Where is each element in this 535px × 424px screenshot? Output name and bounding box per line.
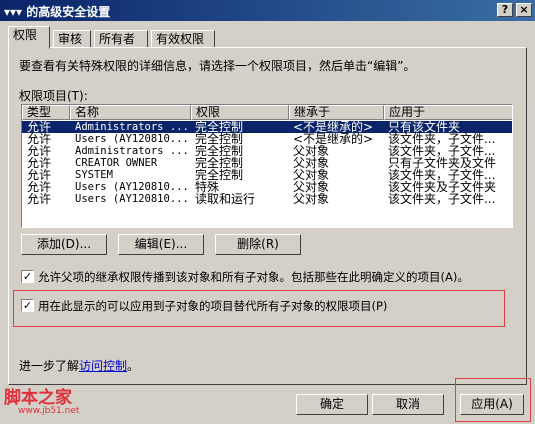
- cell-name: Administrators ...: [75, 121, 189, 133]
- column-apply-to[interactable]: 应用于: [384, 105, 512, 120]
- cancel-button[interactable]: 取消: [372, 394, 444, 415]
- cell-apply-to: 该文件夹，子文件...: [388, 133, 496, 145]
- tab-effective-permissions[interactable]: 有效权限: [151, 30, 215, 48]
- cell-name: SYSTEM: [75, 169, 113, 181]
- cell-permission: 特殊: [195, 181, 220, 193]
- learn-more: 进一步了解访问控制。: [19, 357, 139, 374]
- learn-more-prefix: 进一步了解: [19, 359, 80, 373]
- title-bar: ▾▾▾ 的高级安全设置 ? ×: [0, 0, 535, 21]
- cell-type: 允许: [27, 121, 52, 133]
- edit-button[interactable]: 编辑(E)...: [118, 234, 204, 255]
- watermark-logo: 脚本之家: [4, 388, 72, 408]
- cell-apply-to: 只有该文件夹: [388, 121, 461, 133]
- cell-permission: 完全控制: [195, 133, 244, 145]
- cell-inherited-from: 父对象: [293, 193, 330, 205]
- tab-permissions[interactable]: 权限: [8, 26, 50, 49]
- column-inherited-from[interactable]: 继承于: [289, 105, 384, 120]
- cell-inherited-from: <不是继承的>: [293, 133, 374, 145]
- cell-name: CREATOR OWNER: [75, 157, 158, 169]
- permission-list-label: 权限项目(T):: [19, 89, 88, 103]
- cell-apply-to: 该文件夹，子文件...: [388, 193, 496, 205]
- cell-type: 允许: [27, 133, 52, 145]
- replace-checkbox[interactable]: ✓: [21, 299, 34, 312]
- cell-inherited-from: <不是继承的>: [293, 121, 374, 133]
- cell-name: Administrators ...: [75, 145, 189, 157]
- cell-apply-to: 该文件夹，子文件...: [388, 169, 496, 181]
- cell-name: Users (AY120810...: [75, 133, 189, 145]
- cell-inherited-from: 父对象: [293, 169, 330, 181]
- table-row[interactable]: 允许 Users (AY120810... 特殊 父对象 该文件夹及子文件夹: [22, 181, 512, 193]
- cell-name: Users (AY120810...: [75, 193, 189, 205]
- cell-type: 允许: [27, 145, 52, 157]
- close-icon[interactable]: ×: [516, 3, 532, 17]
- column-type[interactable]: 类型: [22, 105, 70, 120]
- cell-type: 允许: [27, 157, 52, 169]
- table-row[interactable]: 允许 SYSTEM 完全控制 父对象 该文件夹，子文件...: [22, 169, 512, 181]
- cell-permission: 完全控制: [195, 169, 244, 181]
- cell-type: 允许: [27, 181, 52, 193]
- inherit-label: 允许父项的继承权限传播到该对象和所有子对象。包括那些在此明确定义的项目(A)。: [38, 270, 469, 284]
- help-icon[interactable]: ?: [497, 3, 513, 17]
- cell-permission: 完全控制: [195, 121, 244, 133]
- cell-inherited-from: 父对象: [293, 145, 330, 157]
- table-row[interactable]: 允许 Users (AY120810... 完全控制 <不是继承的> 该文件夹，子文件.…: [22, 133, 512, 145]
- cell-permission: 完全控制: [195, 145, 244, 157]
- remove-button[interactable]: 删除(R): [215, 234, 301, 255]
- cell-apply-to: 该文件夹及子文件夹: [388, 181, 497, 193]
- access-control-link[interactable]: 访问控制: [79, 359, 127, 373]
- tab-auditing[interactable]: 审核: [53, 30, 91, 48]
- apply-button[interactable]: 应用(A): [460, 394, 524, 415]
- column-permission[interactable]: 权限: [191, 105, 289, 120]
- permission-list[interactable]: 类型 名称 权限 继承于 应用于 允许 Administrators ... 完全控…: [21, 104, 513, 228]
- column-name[interactable]: 名称: [70, 105, 191, 120]
- cell-permission: 完全控制: [195, 157, 244, 169]
- watermark-url: www.jb51.net: [18, 406, 80, 416]
- checkmark-icon: ✓: [22, 270, 33, 283]
- instructions-text: 要查看有关特殊权限的详细信息，请选择一个权限项目，然后单击“编辑”。: [19, 59, 416, 73]
- cell-inherited-from: 父对象: [293, 157, 330, 169]
- tab-owner[interactable]: 所有者: [94, 30, 148, 48]
- window-title: ▾▾▾ 的高级安全设置: [4, 5, 111, 19]
- ok-button[interactable]: 确定: [296, 394, 368, 415]
- cell-type: 允许: [27, 193, 52, 205]
- cell-apply-to: 只有子文件夹及文件: [388, 157, 497, 169]
- table-row[interactable]: 允许 Users (AY120810... 读取和运行 父对象 该文件夹，子文件...: [22, 193, 512, 205]
- checkmark-icon: ✓: [22, 299, 33, 312]
- table-row[interactable]: 允许 Administrators ... 完全控制 父对象 该文件夹，子文件...: [22, 145, 512, 157]
- cell-permission: 读取和运行: [195, 193, 256, 205]
- cell-name: Users (AY120810...: [75, 181, 189, 193]
- cell-type: 允许: [27, 169, 52, 181]
- table-row[interactable]: 允许 Administrators ... 完全控制 <不是继承的> 只有该文件夹: [22, 121, 512, 133]
- inherit-checkbox[interactable]: ✓: [21, 270, 34, 283]
- cell-inherited-from: 父对象: [293, 181, 330, 193]
- replace-label: 用在此显示的可以应用到子对象的项目替代所有子对象的权限项目(P): [38, 299, 388, 313]
- cell-apply-to: 该文件夹，子文件...: [388, 145, 496, 157]
- table-row[interactable]: 允许 CREATOR OWNER 完全控制 父对象 只有子文件夹及文件: [22, 157, 512, 169]
- add-button[interactable]: 添加(D)...: [21, 234, 107, 255]
- learn-more-suffix: 。: [127, 359, 140, 373]
